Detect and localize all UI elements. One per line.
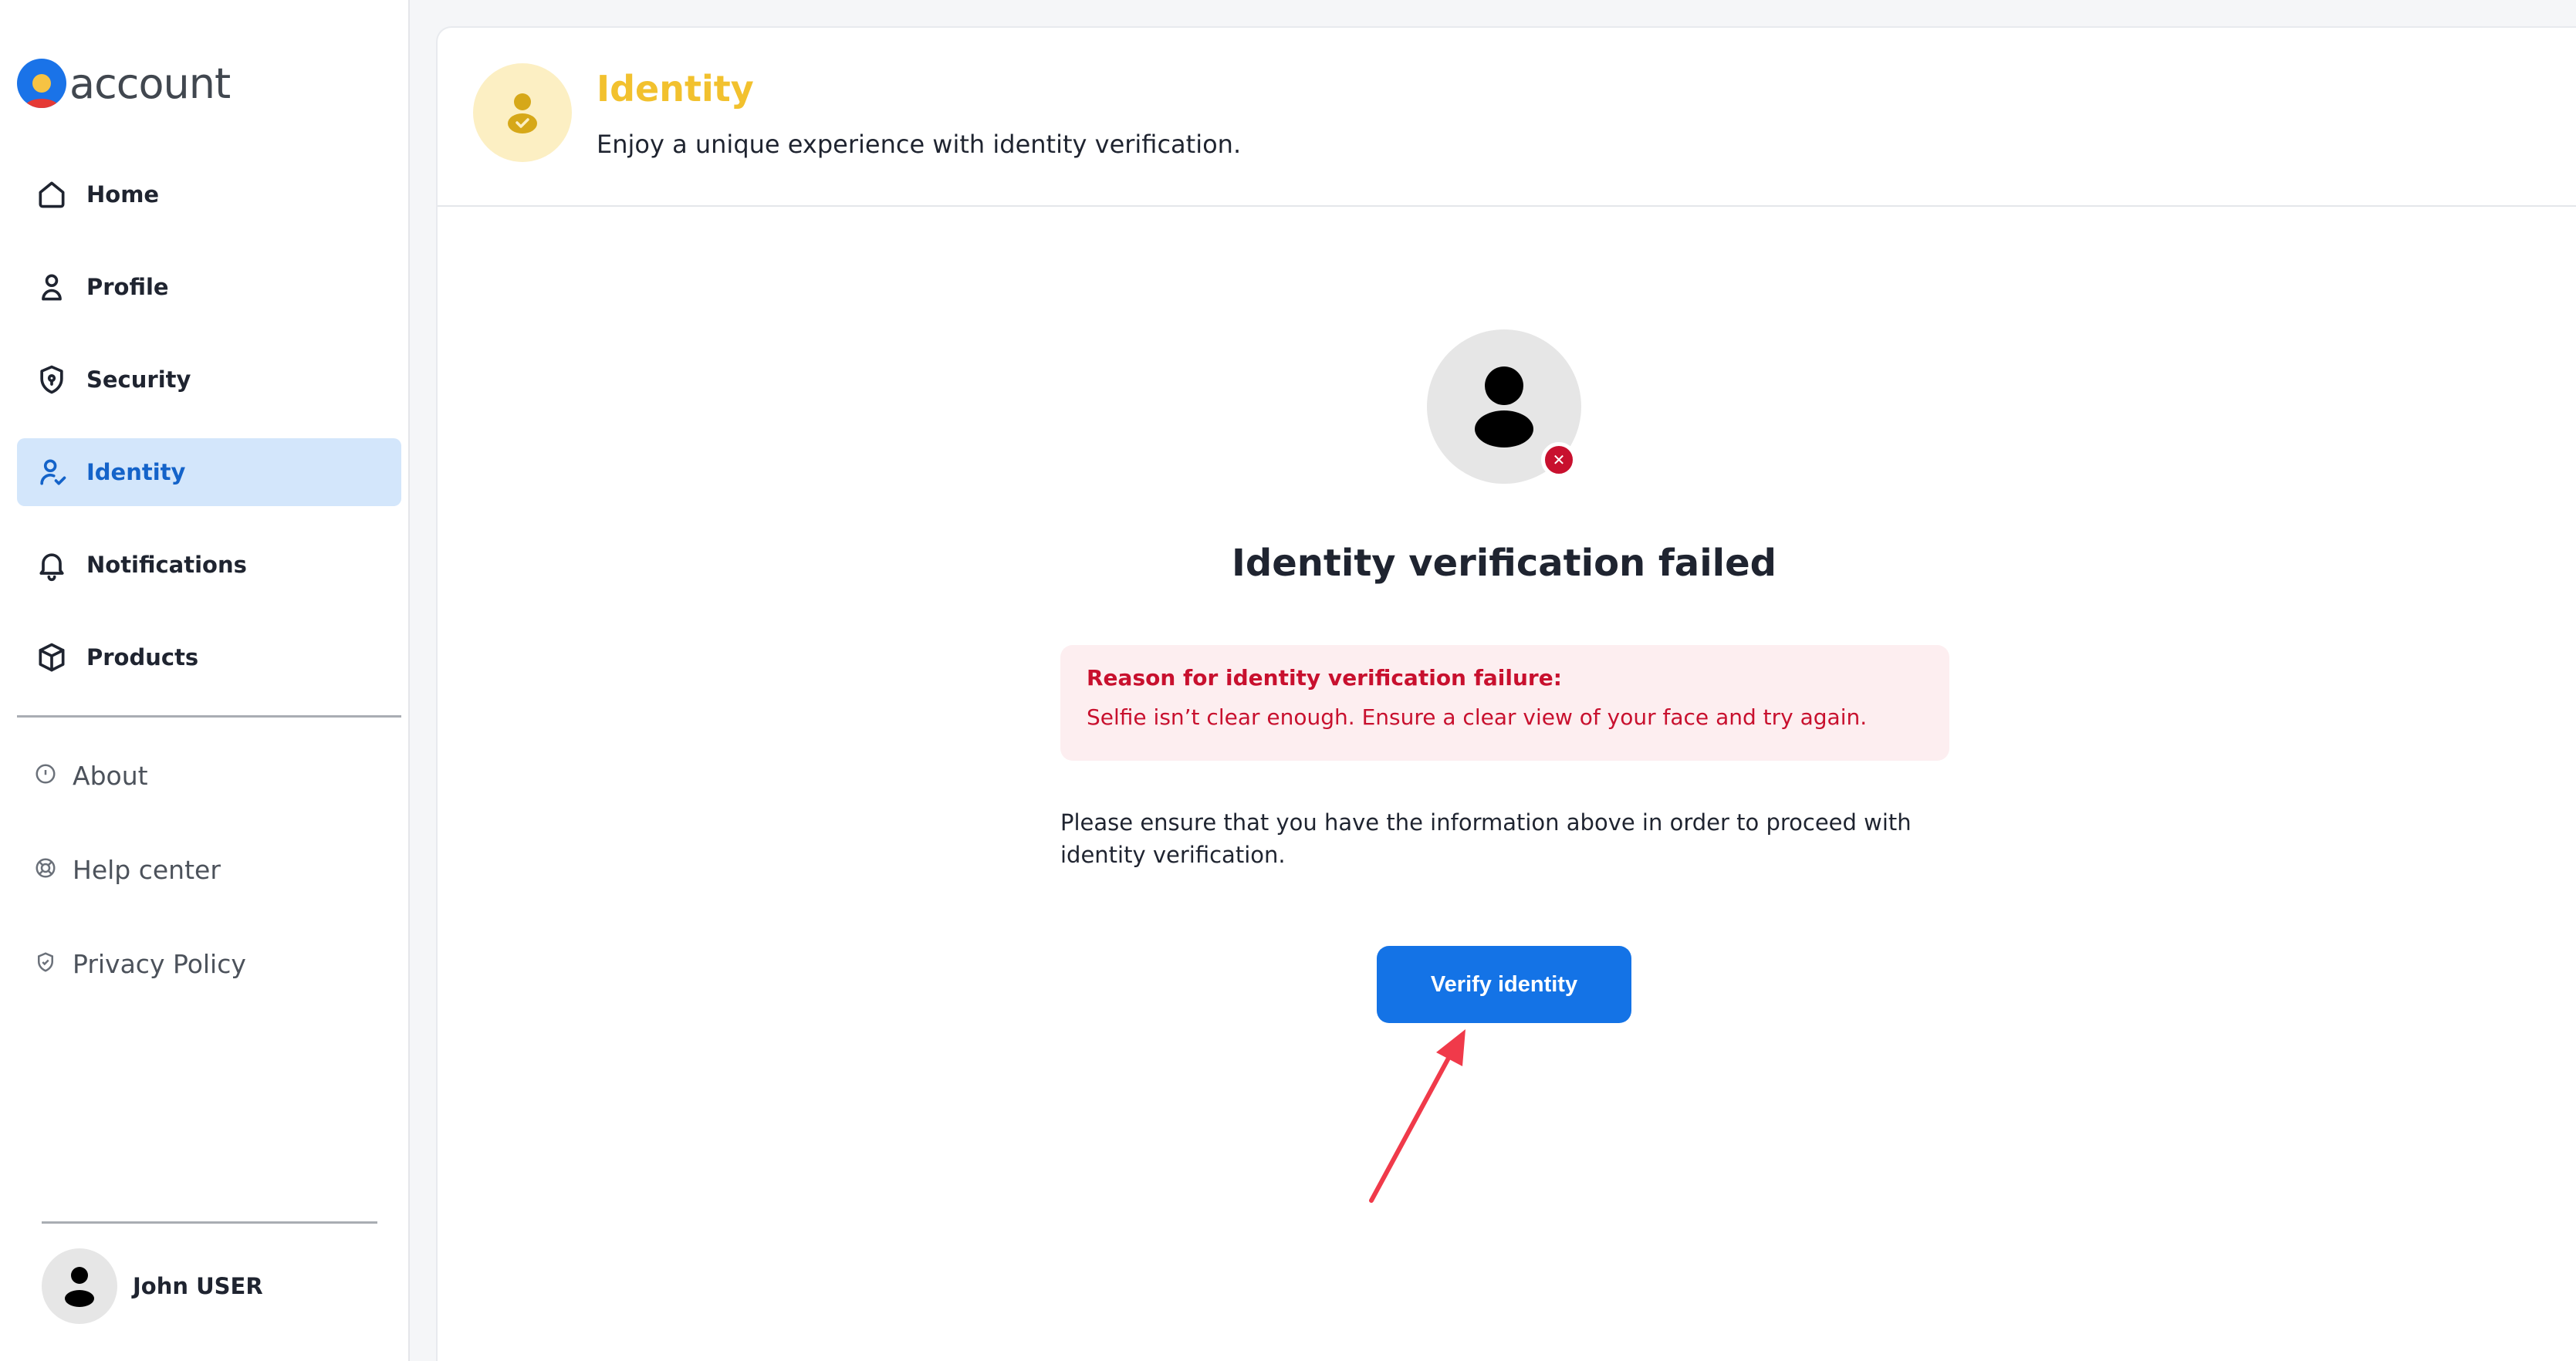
error-x-icon: ✕ (1541, 442, 1577, 478)
page-title: Identity (597, 68, 754, 110)
sidebar-item-label: Profile (86, 274, 169, 300)
sidebar-item-security[interactable]: Security (17, 346, 401, 414)
error-reason-text: Selfie isn’t clear enough. Ensure a clea… (1087, 704, 1868, 730)
annotation-arrow-icon (1369, 1029, 1465, 1203)
info-text: Please ensure that you have the informat… (1060, 809, 1912, 868)
shield-check-icon (34, 951, 57, 977)
secondary-nav: About Help center Privacy Policy (17, 750, 401, 1032)
main-panel: Identity Enjoy a unique experience with … (436, 26, 2576, 1361)
user-silhouette-icon (65, 1267, 94, 1307)
sidebar-item-label: About (73, 760, 148, 791)
person-icon (34, 269, 69, 305)
shield-lock-icon (34, 362, 69, 397)
user-profile[interactable]: John USER (42, 1248, 263, 1324)
logo-icon (17, 59, 66, 108)
sidebar-item-label: Notifications (86, 552, 247, 578)
verify-identity-button[interactable]: Verify identity (1377, 946, 1631, 1023)
error-reason-title: Reason for identity verification failure… (1087, 665, 1562, 691)
identity-badge-icon (473, 63, 572, 162)
box-icon (34, 640, 69, 675)
sidebar: account Home Profile Security Identity N… (0, 0, 410, 1361)
sidebar-divider (42, 1221, 377, 1224)
sidebar-item-products[interactable]: Products (17, 623, 401, 691)
home-icon (34, 177, 69, 212)
error-reason-box: Reason for identity verification failure… (1060, 645, 1949, 761)
sidebar-item-label: Security (86, 366, 191, 393)
main-nav: Home Profile Security Identity Notificat… (17, 160, 401, 716)
sidebar-item-label: Home (86, 181, 160, 208)
logo[interactable]: account (17, 59, 231, 108)
bell-icon (34, 547, 69, 583)
sidebar-item-notifications[interactable]: Notifications (17, 531, 401, 599)
sidebar-divider (17, 715, 401, 718)
status-title: Identity verification failed (1231, 542, 1777, 585)
logo-text: account (69, 59, 231, 108)
avatar (42, 1248, 117, 1324)
user-silhouette-icon (1475, 366, 1533, 447)
sidebar-item-home[interactable]: Home (17, 160, 401, 228)
user-name: John USER (133, 1273, 263, 1299)
page-subtitle: Enjoy a unique experience with identity … (597, 130, 1242, 159)
sidebar-item-label: Help center (73, 854, 221, 885)
identity-icon (34, 454, 69, 490)
sidebar-item-help-center[interactable]: Help center (17, 844, 401, 895)
info-icon (34, 762, 57, 789)
lifebuoy-icon (34, 856, 57, 883)
sidebar-item-privacy-policy[interactable]: Privacy Policy (17, 938, 401, 989)
page-header: Identity Enjoy a unique experience with … (438, 28, 2576, 207)
sidebar-item-label: Identity (86, 459, 186, 485)
sidebar-item-profile[interactable]: Profile (17, 253, 401, 321)
sidebar-item-label: Products (86, 644, 199, 670)
sidebar-item-identity[interactable]: Identity (17, 438, 401, 506)
sidebar-item-about[interactable]: About (17, 750, 401, 801)
sidebar-item-label: Privacy Policy (73, 948, 246, 979)
